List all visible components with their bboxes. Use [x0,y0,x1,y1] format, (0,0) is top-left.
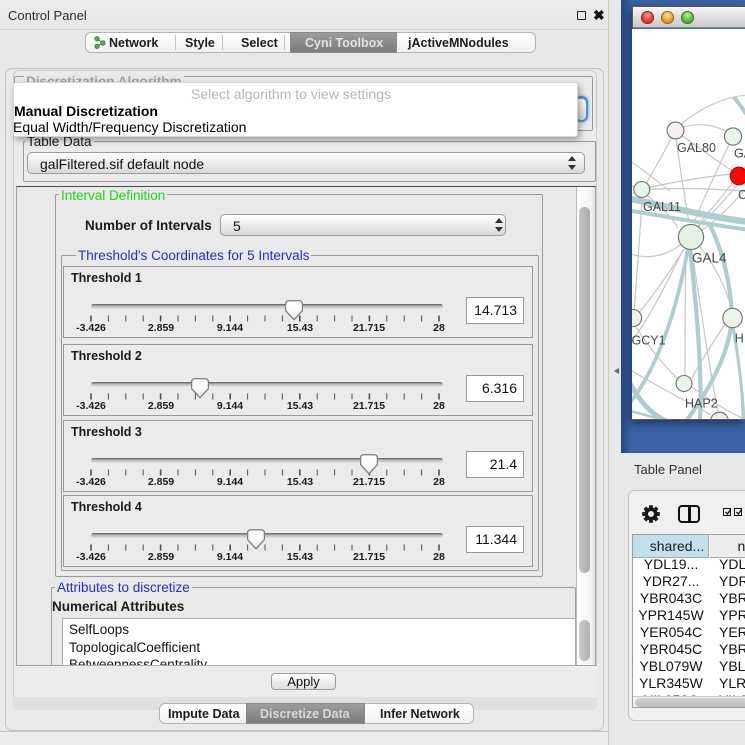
svg-text:HAP2: HAP2 [685,397,718,411]
svg-text:GCY1: GCY1 [632,334,666,348]
svg-text:GA: GA [734,147,745,161]
svg-text:H: H [735,332,744,346]
svg-text:GAL4: GAL4 [692,251,727,266]
svg-text:C: C [738,188,745,202]
svg-text:GAL11: GAL11 [643,200,681,214]
svg-text:GAL80: GAL80 [677,141,716,155]
